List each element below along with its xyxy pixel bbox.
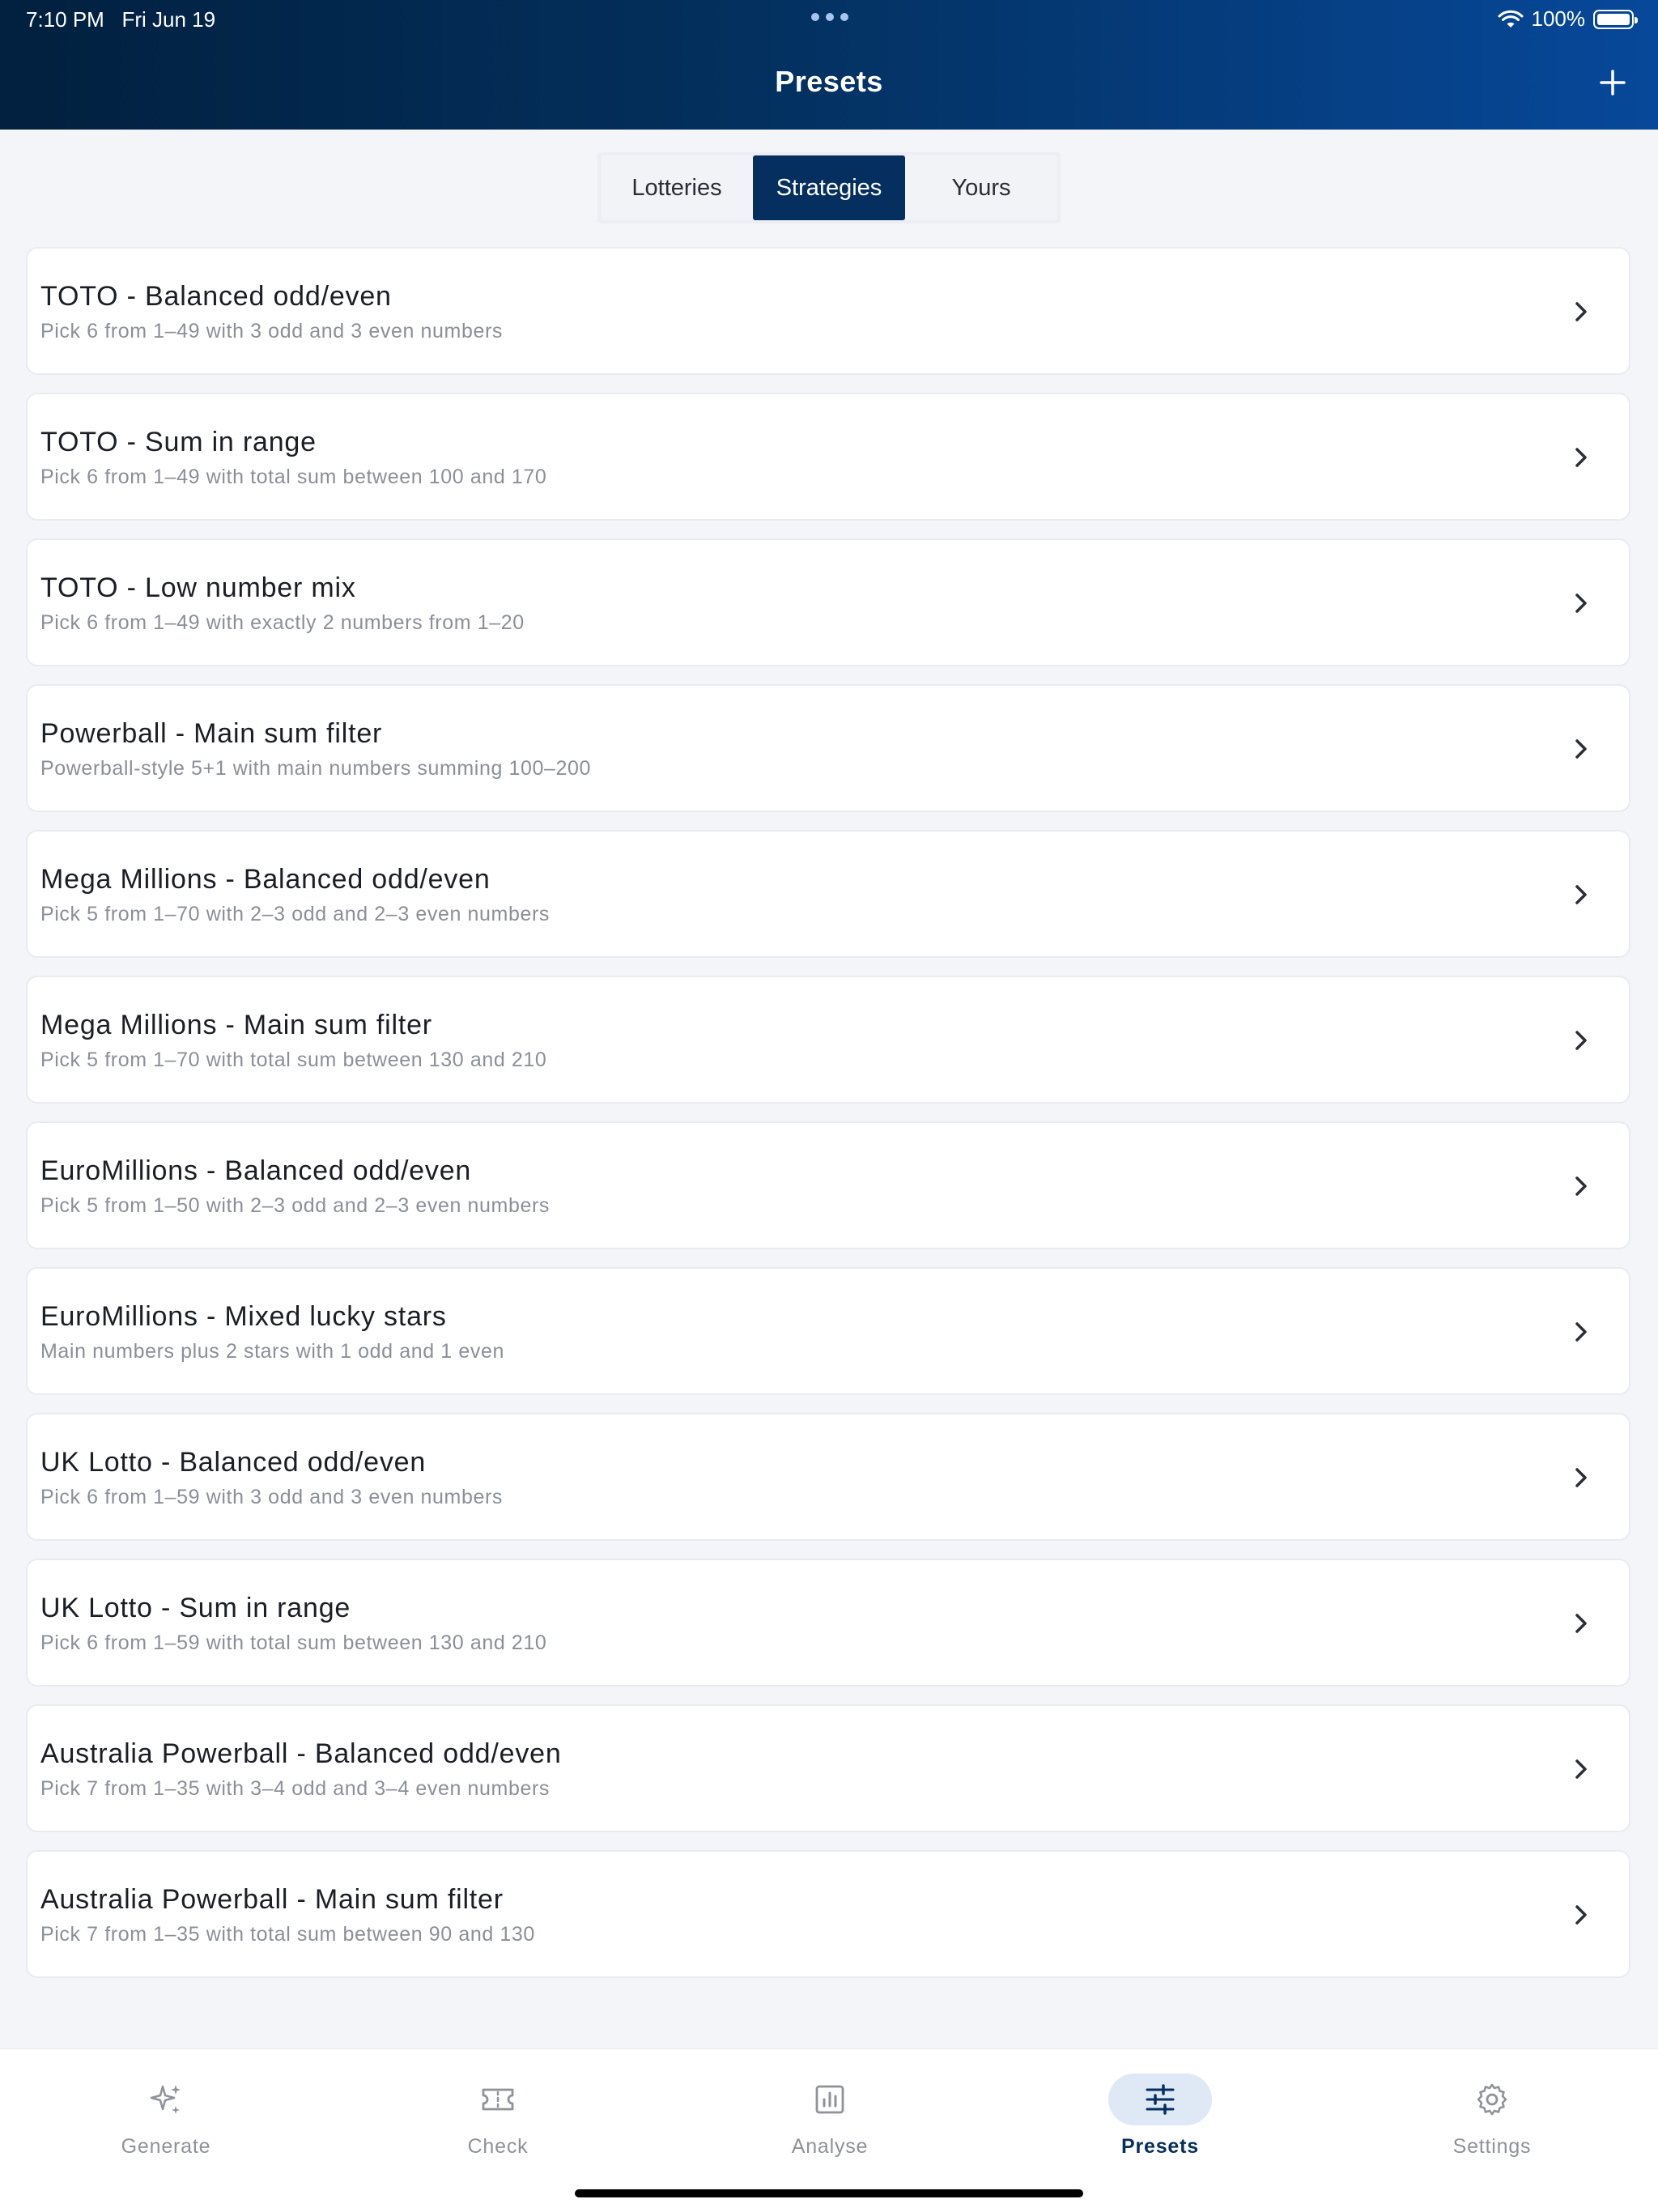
preset-title: UK Lotto - Balanced odd/even (40, 1447, 427, 1478)
preset-description: Pick 6 from 1–49 with total sum between … (40, 466, 547, 488)
preset-list: TOTO - Balanced odd/even Pick 6 from 1–4… (26, 247, 1630, 1996)
tab-presets[interactable]: Presets (994, 2049, 1326, 2163)
battery-percent: 100% (1531, 6, 1586, 31)
preset-description: Main numbers plus 2 stars with 1 odd and… (40, 1340, 504, 1363)
preset-title: Australia Powerball - Balanced odd/even (40, 1738, 562, 1769)
ticket-icon (482, 2088, 514, 2111)
bar-chart-icon (815, 2085, 844, 2114)
tab-yours[interactable]: Yours (905, 155, 1057, 220)
add-preset-button[interactable] (1596, 66, 1629, 99)
preset-description: Pick 6 from 1–49 with exactly 2 numbers … (40, 611, 525, 634)
plus-icon (1600, 70, 1626, 96)
chevron-right-icon (1575, 1905, 1587, 1925)
preset-title: UK Lotto - Sum in range (40, 1593, 351, 1623)
preset-title: Mega Millions - Balanced odd/even (40, 864, 491, 895)
preset-description: Pick 6 from 1–59 with 3 odd and 3 even n… (40, 1486, 503, 1508)
preset-title: Powerball - Main sum filter (40, 718, 383, 749)
preset-title: EuroMillions - Mixed lucky stars (40, 1301, 447, 1332)
chevron-right-icon (1575, 302, 1587, 321)
sliders-icon (1146, 2084, 1175, 2115)
list-item[interactable]: EuroMillions - Balanced odd/even Pick 5 … (26, 1121, 1630, 1249)
status-time: 7:10 PM Fri Jun 19 (26, 7, 216, 32)
battery-icon (1593, 9, 1638, 29)
preset-category-segments: Lotteries Strategies Yours (0, 152, 1658, 223)
preset-description: Pick 7 from 1–35 with 3–4 odd and 3–4 ev… (40, 1777, 550, 1800)
list-item[interactable]: Australia Powerball - Balanced odd/even … (26, 1704, 1630, 1832)
preset-title: TOTO - Low number mix (40, 572, 356, 603)
preset-title: TOTO - Sum in range (40, 427, 317, 457)
status-indicators: 100% (1498, 6, 1638, 32)
preset-description: Pick 5 from 1–70 with total sum between … (40, 1049, 547, 1071)
list-item[interactable]: TOTO - Balanced odd/even Pick 6 from 1–4… (26, 247, 1630, 375)
chevron-right-icon (1575, 1468, 1587, 1487)
list-item[interactable]: UK Lotto - Sum in range Pick 6 from 1–59… (26, 1559, 1630, 1687)
tab-lotteries[interactable]: Lotteries (601, 155, 753, 220)
tab-check[interactable]: Check (332, 2049, 664, 2163)
list-item[interactable]: EuroMillions - Mixed lucky stars Main nu… (26, 1267, 1630, 1395)
preset-description: Powerball-style 5+1 with main numbers su… (40, 757, 592, 780)
chevron-right-icon (1575, 1614, 1587, 1633)
list-item[interactable]: TOTO - Sum in range Pick 6 from 1–49 wit… (26, 393, 1630, 521)
list-item[interactable]: TOTO - Low number mix Pick 6 from 1–49 w… (26, 538, 1630, 666)
gear-icon (1477, 2083, 1507, 2116)
list-item[interactable]: Powerball - Main sum filter Powerball-st… (26, 684, 1630, 812)
chevron-right-icon (1575, 593, 1587, 613)
preset-description: Pick 6 from 1–49 with 3 odd and 3 even n… (40, 320, 503, 342)
list-item[interactable]: Mega Millions - Balanced odd/even Pick 5… (26, 830, 1630, 958)
wifi-icon (1498, 10, 1523, 28)
chevron-right-icon (1575, 885, 1587, 904)
preset-title: EuroMillions - Balanced odd/even (40, 1155, 472, 1186)
preset-title: Mega Millions - Main sum filter (40, 1010, 432, 1040)
page-title: Presets (775, 65, 883, 98)
list-item[interactable]: UK Lotto - Balanced odd/even Pick 6 from… (26, 1413, 1630, 1541)
tab-generate[interactable]: Generate (0, 2049, 332, 2163)
preset-description: Pick 5 from 1–50 with 2–3 odd and 2–3 ev… (40, 1194, 550, 1217)
list-item[interactable]: Mega Millions - Main sum filter Pick 5 f… (26, 976, 1630, 1104)
preset-description: Pick 5 from 1–70 with 2–3 odd and 2–3 ev… (40, 903, 550, 925)
preset-description: Pick 6 from 1–59 with total sum between … (40, 1631, 547, 1654)
presets-screen: 7:10 PM Fri Jun 19 100% Presets Lotterie… (0, 0, 1658, 2212)
multitasking-dots-icon[interactable] (811, 13, 848, 21)
chevron-right-icon (1575, 448, 1587, 467)
sparkles-icon (150, 2085, 181, 2114)
list-item[interactable]: Australia Powerball - Main sum filter Pi… (26, 1850, 1630, 1978)
preset-title: Australia Powerball - Main sum filter (40, 1884, 504, 1915)
preset-title: TOTO - Balanced odd/even (40, 281, 392, 312)
chevron-right-icon (1575, 1759, 1587, 1779)
chevron-right-icon (1575, 1322, 1587, 1342)
preset-description: Pick 7 from 1–35 with total sum between … (40, 1923, 535, 1946)
home-indicator (575, 2189, 1083, 2197)
tab-analyse[interactable]: Analyse (664, 2049, 996, 2163)
chevron-right-icon (1575, 1031, 1587, 1050)
header: 7:10 PM Fri Jun 19 100% Presets (0, 0, 1658, 130)
tab-settings[interactable]: Settings (1326, 2049, 1658, 2163)
chevron-right-icon (1575, 739, 1587, 759)
chevron-right-icon (1575, 1176, 1587, 1196)
bottom-tab-bar: Generate Check Analyse Presets Settings (0, 2048, 1658, 2212)
tab-strategies[interactable]: Strategies (753, 155, 905, 220)
